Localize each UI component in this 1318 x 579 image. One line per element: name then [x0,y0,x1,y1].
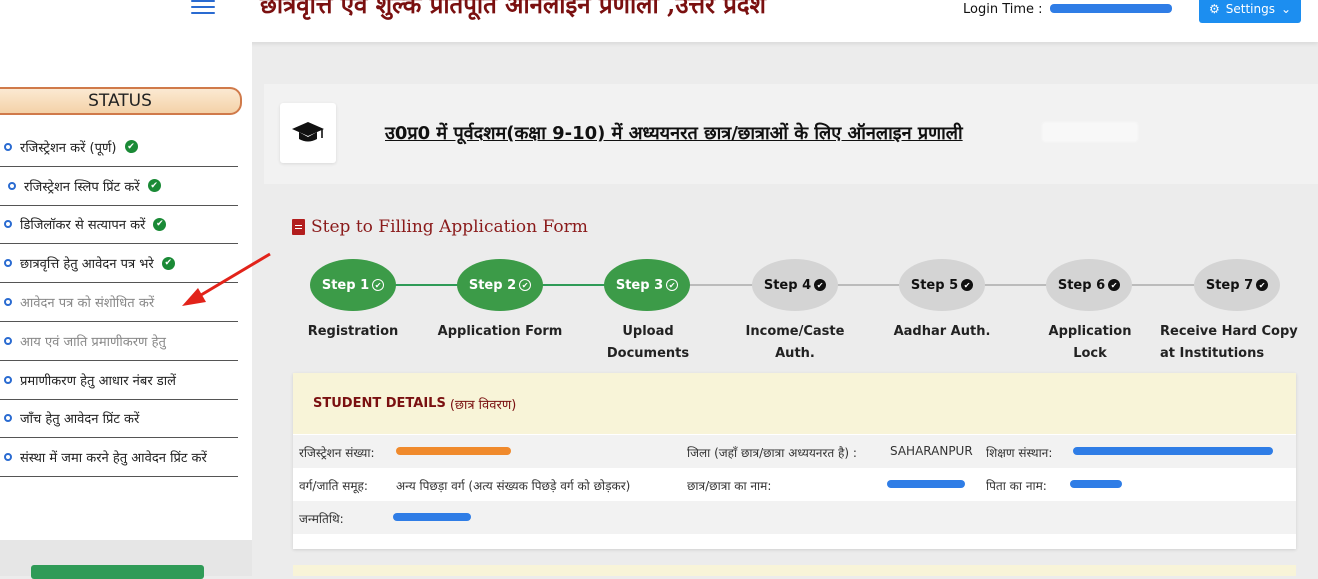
settings-label: Settings [1225,1,1275,16]
menu-item-print-institution[interactable]: संस्था में जमा करने हेतु आवेदन प्रिंट कर… [0,438,238,478]
menu-item-label: जाँच हेतु आवेदन प्रिंट करें [20,412,140,428]
district-value: SAHARANPUR [890,444,973,458]
menu-item-label: छात्रवृत्ति हेतु आवेदन पत्र भरे [20,257,154,273]
registration-label: रजिस्ट्रेशन संख्या: [299,446,375,460]
bullet-icon [4,259,12,268]
details-row: जन्मतिथि: [293,501,1296,534]
step-4: Step 4 ✔ [752,259,838,311]
step-label: Step 3 [615,277,664,293]
gear-icon: ⚙ [1208,1,1220,16]
status-menu: रजिस्ट्रेशन करें (पूर्ण) ✔ रजिस्ट्रेशन स… [0,128,238,478]
next-card-edge [293,565,1296,576]
student-name-redacted [887,480,965,488]
step-6: Step 6 ✔ [1046,259,1132,311]
menu-item-digilocker[interactable]: डिजिलॉकर से सत्यापन करें ✔ [0,206,238,245]
graduation-cap-icon [280,103,336,163]
step-label: Step 7 [1205,277,1254,293]
steps-heading-text: Step to Filling Application Form [311,217,588,237]
step-2: Step 2 ✔ [457,259,543,311]
step-label: Step 6 [1057,277,1106,293]
details-row: रजिस्ट्रेशन संख्या: जिला (जहाँ छात्र/छात… [293,435,1296,468]
check-circle-icon: ✔ [1256,279,1269,291]
menu-item-print-verification[interactable]: जाँच हेतु आवेदन प्रिंट करें [0,400,238,439]
settings-button[interactable]: ⚙ Settings ⌄ [1199,0,1301,23]
menu-item-fill-application[interactable]: छात्रवृत्ति हेतु आवेदन पत्र भरे ✔ [0,244,238,284]
scheme-title: उ0प्र0 में पूर्वदशम(कक्षा 9-10) में अध्य… [385,123,963,144]
institution-label: शिक्षण संस्थान: [986,446,1053,460]
bullet-icon [4,414,12,423]
hamburger-menu-icon[interactable] [191,0,215,16]
check-circle-icon: ✔ [153,217,167,231]
step-caption-hard-copy: Receive Hard Copy at Institutions [1160,324,1298,361]
menu-item-label: संस्था में जमा करने हेतु आवेदन प्रिंट कर… [20,451,207,467]
check-circle-icon: ✔ [519,279,532,291]
bullet-icon [4,453,12,462]
step-caption-lock: Application Lock [1048,324,1132,361]
status-heading: STATUS [0,87,242,115]
document-icon [292,219,305,235]
father-name-label: पिता का नाम: [986,479,1047,493]
step-7: Step 7 ✔ [1194,259,1280,311]
login-time-redacted [1050,4,1172,13]
caste-label: वर्ग/जाति समूह: [299,479,368,493]
student-details-title: STUDENT DETAILS [313,396,446,411]
student-details-card: STUDENT DETAILS (छात्र विवरण) रजिस्ट्रेश… [293,373,1296,549]
check-circle-icon: ✔ [961,279,974,291]
dob-redacted [393,513,471,521]
check-circle-icon: ✔ [814,279,827,291]
login-time-label: Login Time : [963,2,1043,17]
bullet-icon [4,375,12,384]
steps-heading: Step to Filling Application Form [292,217,588,237]
step-caption-aadhar: Aadhar Auth. [893,324,991,339]
check-circle-icon: ✔ [124,140,138,154]
details-row: वर्ग/जाति समूह: अन्य पिछड़ा वर्ग (अत्य स… [293,468,1296,501]
student-details-header: STUDENT DETAILS (छात्र विवरण) [293,373,1296,434]
step-caption-upload-documents: Upload Documents [606,324,690,361]
step-5: Step 5 ✔ [899,259,985,311]
menu-item-label: प्रमाणीकरण हेतु आधार नंबर डालें [20,373,176,389]
institution-redacted [1073,447,1273,455]
check-circle-icon: ✔ [161,256,175,270]
dob-label: जन्मतिथि: [299,512,344,526]
district-label: जिला (जहाँ छात्र/छात्रा अध्ययनरत है) : [687,446,857,460]
step-caption-registration: Registration [307,324,399,339]
chevron-down-icon: ⌄ [1280,1,1292,16]
bullet-icon [4,220,12,229]
menu-item-edit-application[interactable]: आवेदन पत्र को संशोधित करें [0,283,238,322]
top-bar: छात्रवृत्ति एवं शुल्क प्रतिपूर्ति ऑनलाइन… [0,0,1318,42]
blurred-text [1042,122,1138,142]
bullet-icon [4,298,12,307]
site-title: छात्रवृत्ति एवं शुल्क प्रतिपूर्ति ऑनलाइन… [260,0,766,19]
menu-item-aadhar[interactable]: प्रमाणीकरण हेतु आधार नंबर डालें [0,361,238,400]
father-name-redacted [1070,480,1122,488]
menu-item-registration-slip[interactable]: रजिस्ट्रेशन स्लिप प्रिंट करें ✔ [0,167,238,206]
step-3: Step 3 ✔ [604,259,690,311]
step-caption-income-caste: Income/Caste Auth. [745,324,845,361]
step-caption-application-form: Application Form [437,324,563,339]
step-label: Step 1 [321,277,370,293]
check-circle-icon: ✔ [147,179,161,193]
menu-item-label: रजिस्ट्रेशन स्लिप प्रिंट करें [24,179,140,195]
menu-item-registration[interactable]: रजिस्ट्रेशन करें (पूर्ण) ✔ [0,128,238,167]
menu-item-label: आय एवं जाति प्रमाणीकरण हेतु [20,334,166,350]
bullet-icon [8,181,16,190]
check-circle-icon: ✔ [666,279,679,291]
check-circle-icon: ✔ [372,279,385,291]
bullet-icon [4,142,12,151]
check-circle-icon: ✔ [1108,279,1121,291]
step-label: Step 4 [763,277,812,293]
sidebar-green-button[interactable] [31,565,204,579]
menu-item-income-caste[interactable]: आय एवं जाति प्रमाणीकरण हेतु [0,322,238,361]
registration-redacted [396,447,511,455]
menu-item-label: डिजिलॉकर से सत्यापन करें [20,218,146,234]
bullet-icon [4,336,12,345]
menu-item-label: रजिस्ट्रेशन करें (पूर्ण) [20,140,117,156]
step-label: Step 5 [910,277,959,293]
step-label: Step 2 [468,277,517,293]
menu-item-label: आवेदन पत्र को संशोधित करें [20,296,155,312]
student-name-label: छात्र/छात्रा का नाम: [687,479,772,493]
student-details-title-hindi: (छात्र विवरण) [449,397,517,413]
caste-value: अन्य पिछड़ा वर्ग (अत्य संख्यक पिछड़े वर्… [396,479,631,493]
step-1: Step 1 ✔ [310,259,396,311]
